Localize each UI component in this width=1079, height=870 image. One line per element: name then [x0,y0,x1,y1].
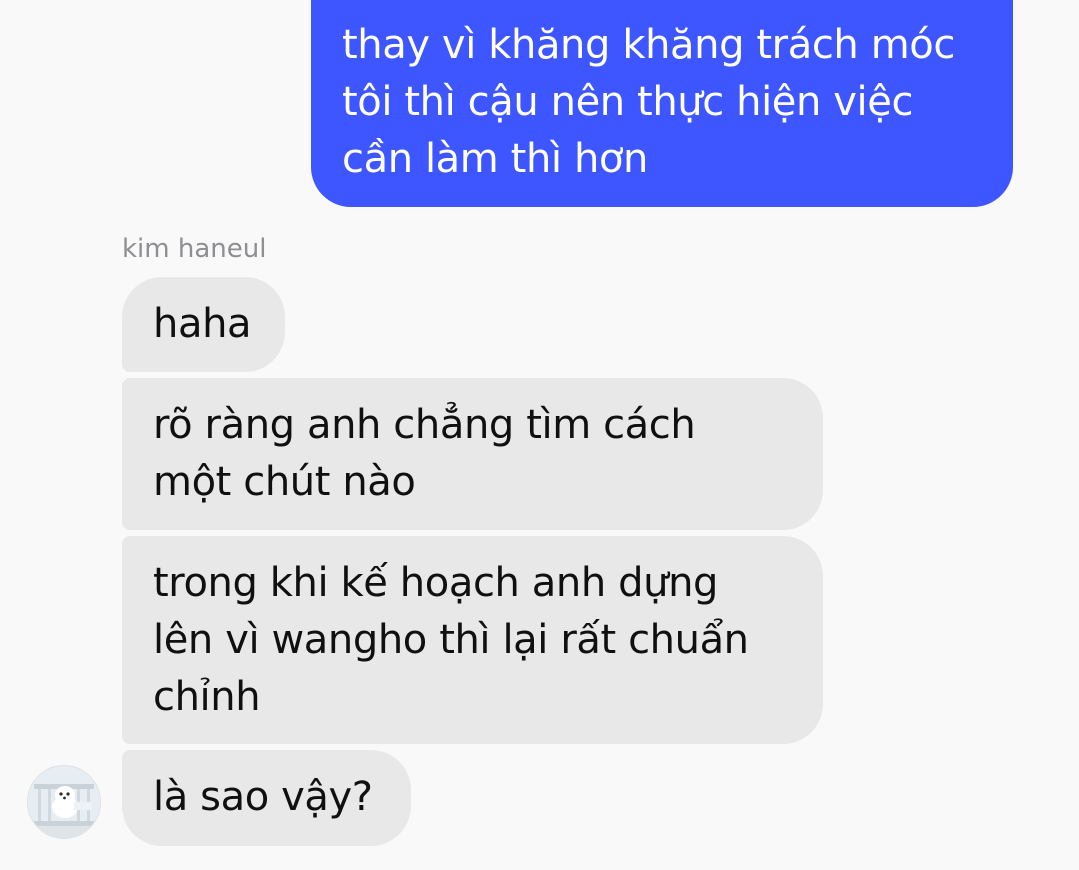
incoming-message-bubble[interactable]: rõ ràng anh chẳng tìm cách một chút nào [122,378,823,530]
avatar[interactable] [27,765,101,839]
incoming-message-bubble[interactable]: là sao vậy? [122,750,411,846]
outgoing-message-bubble[interactable]: thay vì khăng khăng trách móc tôi thì cậ… [311,0,1013,207]
sender-name: kim haneul [122,234,267,264]
incoming-message-bubble[interactable]: haha [122,277,285,372]
profile-photo-icon [28,766,100,838]
chat-thread: thay vì khăng khăng trách móc tôi thì cậ… [0,0,1079,870]
incoming-message-bubble[interactable]: trong khi kế hoạch anh dựng lên vì wangh… [122,536,823,744]
